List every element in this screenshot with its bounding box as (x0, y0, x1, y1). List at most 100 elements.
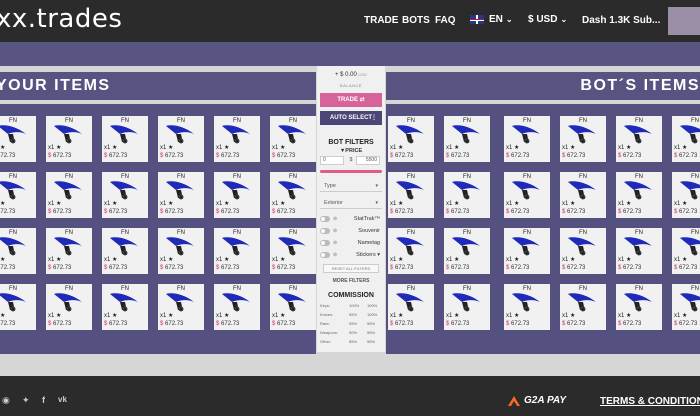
price-currency: $ (160, 209, 164, 215)
reset-filters-button[interactable]: RESET ALL FILTERS (323, 264, 379, 273)
item-card[interactable]: FNx1 ★$ 672.73 (504, 228, 550, 274)
price-currency: $ (272, 265, 276, 271)
item-card[interactable]: FNx1 ★$ 672.73 (158, 116, 204, 162)
item-card[interactable]: FNx1 ★$ 672.73 (270, 284, 316, 330)
item-card[interactable]: FNx1 ★$ 672.73 (102, 228, 148, 274)
item-card[interactable]: FNx1 ★$ 672.73 (560, 284, 606, 330)
language-selector[interactable]: EN ⌄ (470, 14, 513, 25)
item-card[interactable]: FNx1 ★$ 672.73 (616, 116, 662, 162)
steam-icon[interactable]: ◉ (2, 395, 10, 406)
trade-button[interactable]: TRADE ⇄ (320, 93, 382, 107)
item-card[interactable]: FNx1 ★$ 672.73 (46, 284, 92, 330)
price-currency: $ (104, 321, 108, 327)
facebook-icon[interactable]: f (42, 395, 45, 405)
item-card[interactable]: FNx1 ★$ 672.73 (444, 228, 490, 274)
commission-row-value: 100% (367, 312, 378, 317)
item-card[interactable]: FNx1 ★$ 672.73 (46, 172, 92, 218)
item-card[interactable]: FNx1 ★$ 672.73 (504, 116, 550, 162)
exterior-dropdown[interactable]: Exterior ▾ (320, 197, 382, 209)
item-card[interactable]: FNx1 ★$ 672.73 (102, 284, 148, 330)
item-card[interactable]: FNx1 ★$ 672.73 (560, 116, 606, 162)
item-card[interactable]: FNx1 ★$ 672.73 (102, 172, 148, 218)
item-card[interactable]: FNx1 ★$ 672.73 (672, 172, 700, 218)
auto-select-button[interactable]: AUTO SELECT ⋮ (320, 111, 382, 125)
item-card[interactable]: FNx1 ★$ 672.73 (444, 116, 490, 162)
vk-icon[interactable]: vk (58, 395, 67, 404)
price-min-input[interactable]: 0 (320, 156, 344, 165)
item-card[interactable]: FNx1 ★$ 672.73 (158, 284, 204, 330)
g2a-pay-logo[interactable]: G2A PAY (508, 395, 566, 406)
price-currency: $ (506, 209, 510, 215)
stattrak-toggle-row[interactable]: ⊘ StatTrak™ (320, 214, 382, 224)
nav-trade-link[interactable]: TRADE (364, 15, 398, 26)
terms-link[interactable]: TERMS & CONDITIONS (600, 396, 700, 407)
item-card[interactable]: FNx1 ★$ 672.73 (616, 284, 662, 330)
item-card[interactable]: FNx1 ★$ 672.73 (0, 172, 36, 218)
item-card[interactable]: FNx1 ★$ 672.73 (388, 228, 434, 274)
karambit-knife-icon (452, 125, 480, 144)
price-range-slider[interactable] (320, 170, 382, 173)
stickers-toggle[interactable] (320, 252, 330, 258)
item-card[interactable]: FNx1 ★$ 672.73 (444, 172, 490, 218)
item-card[interactable]: FNx1 ★$ 672.73 (388, 172, 434, 218)
item-price: $ 672.73 (562, 321, 585, 327)
site-logo[interactable]: xx.trades (0, 4, 122, 34)
stickers-toggle-row[interactable]: ⊘ Stickers ▾ (320, 250, 382, 260)
price-max-input[interactable]: 5500 (356, 156, 380, 165)
item-card[interactable]: FNx1 ★$ 672.73 (0, 116, 36, 162)
item-card[interactable]: FNx1 ★$ 672.73 (46, 116, 92, 162)
item-price: $ 672.73 (48, 153, 71, 159)
stattrak-toggle[interactable] (320, 216, 330, 222)
item-price: $ 672.73 (674, 265, 697, 271)
item-card[interactable]: FNx1 ★$ 672.73 (560, 228, 606, 274)
nametag-toggle[interactable] (320, 240, 330, 246)
item-card[interactable]: FNx1 ★$ 672.73 (102, 116, 148, 162)
item-card[interactable]: FNx1 ★$ 672.73 (560, 172, 606, 218)
info-icon: ⊘ (333, 252, 338, 258)
karambit-knife-icon (624, 237, 652, 256)
item-card[interactable]: FNx1 ★$ 672.73 (270, 116, 316, 162)
item-card[interactable]: FNx1 ★$ 672.73 (46, 228, 92, 274)
type-dropdown-label: Type (324, 183, 336, 189)
nametag-toggle-row[interactable]: ⊘ Nametag (320, 238, 382, 248)
item-card[interactable]: FNx1 ★$ 672.73 (616, 172, 662, 218)
type-dropdown[interactable]: Type ▾ (320, 180, 382, 192)
item-price: $ 672.73 (506, 153, 529, 159)
nav-bots-link[interactable]: BOTS (402, 15, 430, 26)
item-card[interactable]: FNx1 ★$ 672.73 (270, 172, 316, 218)
item-card[interactable]: FNx1 ★$ 672.73 (214, 172, 260, 218)
item-card[interactable]: FNx1 ★$ 672.73 (444, 284, 490, 330)
item-quantity: x1 ★ (216, 201, 230, 207)
price-sort-label[interactable]: ▼PRICE (317, 148, 385, 154)
souvenir-toggle[interactable] (320, 228, 330, 234)
price-currency: $ (618, 153, 622, 159)
twitter-icon[interactable]: ✦ (22, 395, 30, 406)
item-card[interactable]: FNx1 ★$ 672.73 (672, 284, 700, 330)
avatar[interactable] (668, 7, 700, 35)
item-quantity: x1 ★ (446, 145, 460, 151)
more-filters-link[interactable]: MORE FILTERS (317, 278, 385, 284)
item-card[interactable]: FNx1 ★$ 672.73 (616, 228, 662, 274)
item-price: $ 672.73 (104, 153, 127, 159)
more-vertical-icon[interactable]: ⋮ (371, 111, 377, 125)
item-card[interactable]: FNx1 ★$ 672.73 (388, 284, 434, 330)
item-quantity: x1 ★ (618, 201, 632, 207)
nav-faq-link[interactable]: FAQ (435, 15, 456, 26)
item-card[interactable]: FNx1 ★$ 672.73 (672, 228, 700, 274)
user-name[interactable]: Dash 1.3K Sub... (582, 15, 660, 26)
item-card[interactable]: FNx1 ★$ 672.73 (214, 116, 260, 162)
item-card[interactable]: FNx1 ★$ 672.73 (214, 228, 260, 274)
souvenir-toggle-row[interactable]: ⊘ Souvenir (320, 226, 382, 236)
item-card[interactable]: FNx1 ★$ 672.73 (504, 284, 550, 330)
item-card[interactable]: FNx1 ★$ 672.73 (0, 228, 36, 274)
item-card[interactable]: FNx1 ★$ 672.73 (158, 228, 204, 274)
price-value: 672.73 (567, 209, 586, 215)
item-card[interactable]: FNx1 ★$ 672.73 (0, 284, 36, 330)
item-card[interactable]: FNx1 ★$ 672.73 (270, 228, 316, 274)
item-card[interactable]: FNx1 ★$ 672.73 (388, 116, 434, 162)
currency-selector[interactable]: $ USD ⌄ (528, 14, 567, 25)
item-card[interactable]: FNx1 ★$ 672.73 (672, 116, 700, 162)
item-card[interactable]: FNx1 ★$ 672.73 (504, 172, 550, 218)
item-card[interactable]: FNx1 ★$ 672.73 (158, 172, 204, 218)
item-card[interactable]: FNx1 ★$ 672.73 (214, 284, 260, 330)
